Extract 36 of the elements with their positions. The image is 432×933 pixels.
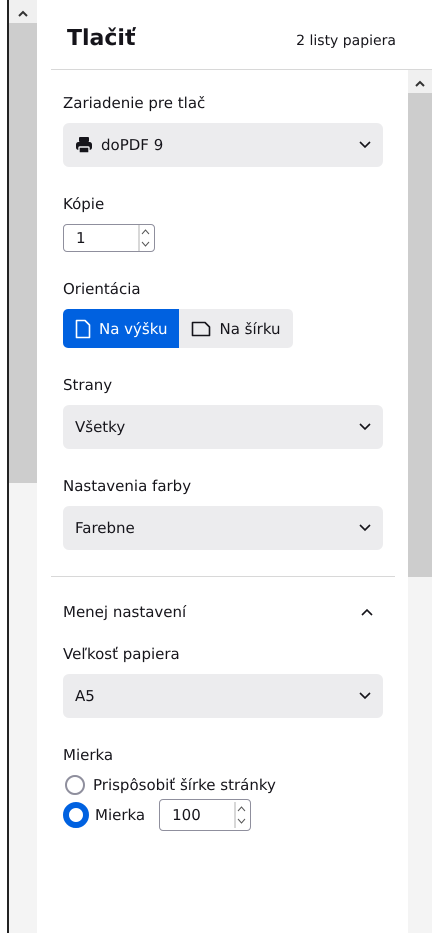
caret-up-icon bbox=[361, 608, 373, 616]
scroll-up-icon[interactable] bbox=[18, 10, 28, 17]
scrollbar[interactable] bbox=[7, 0, 37, 933]
sheet-count: 2 listy papiera bbox=[296, 33, 396, 49]
chevron-down-icon bbox=[359, 423, 371, 431]
chevron-down-icon bbox=[359, 692, 371, 700]
spinner-arrows-icon[interactable] bbox=[234, 802, 248, 828]
scale-field[interactable]: 100 bbox=[159, 799, 252, 831]
radio-button[interactable] bbox=[63, 802, 89, 828]
copies-field[interactable]: 1 bbox=[63, 224, 155, 252]
chevron-down-icon bbox=[359, 141, 371, 149]
field-label: Nastavenia farby bbox=[63, 477, 192, 495]
scrollbar[interactable] bbox=[408, 70, 432, 933]
landscape-page-icon bbox=[191, 320, 212, 336]
radio-label: Prispôsobiť šírke stránky bbox=[93, 776, 276, 794]
radio-label: Mierka bbox=[95, 806, 146, 824]
chevron-down-icon bbox=[359, 524, 371, 532]
field-label: Mierka bbox=[63, 746, 114, 764]
portrait-page-icon bbox=[75, 318, 91, 338]
field-label: Kópie bbox=[63, 195, 106, 213]
dropdown[interactable]: A5 bbox=[63, 674, 383, 718]
more-settings-toggle[interactable]: Menej nastavení bbox=[63, 603, 383, 621]
dropdown[interactable]: Farebne bbox=[63, 506, 383, 550]
printer-icon bbox=[75, 136, 93, 154]
scroll-up-icon[interactable] bbox=[415, 80, 425, 87]
dropdown[interactable]: doPDF 9 bbox=[63, 123, 383, 167]
orientation-toggle[interactable]: Na výšku bbox=[63, 309, 180, 348]
field-label: Veľkosť papiera bbox=[63, 645, 181, 663]
field-label: Orientácia bbox=[63, 280, 142, 298]
spinner-arrows-icon[interactable] bbox=[138, 225, 152, 251]
field-label: Zariadenie pre tlač bbox=[63, 94, 206, 112]
field-label: Strany bbox=[63, 376, 114, 394]
orientation-toggle[interactable]: Na šírku bbox=[179, 309, 293, 348]
dropdown[interactable]: Všetky bbox=[63, 405, 383, 449]
radio-button[interactable] bbox=[65, 775, 85, 795]
dialog-title: Tlačiť bbox=[67, 26, 136, 51]
